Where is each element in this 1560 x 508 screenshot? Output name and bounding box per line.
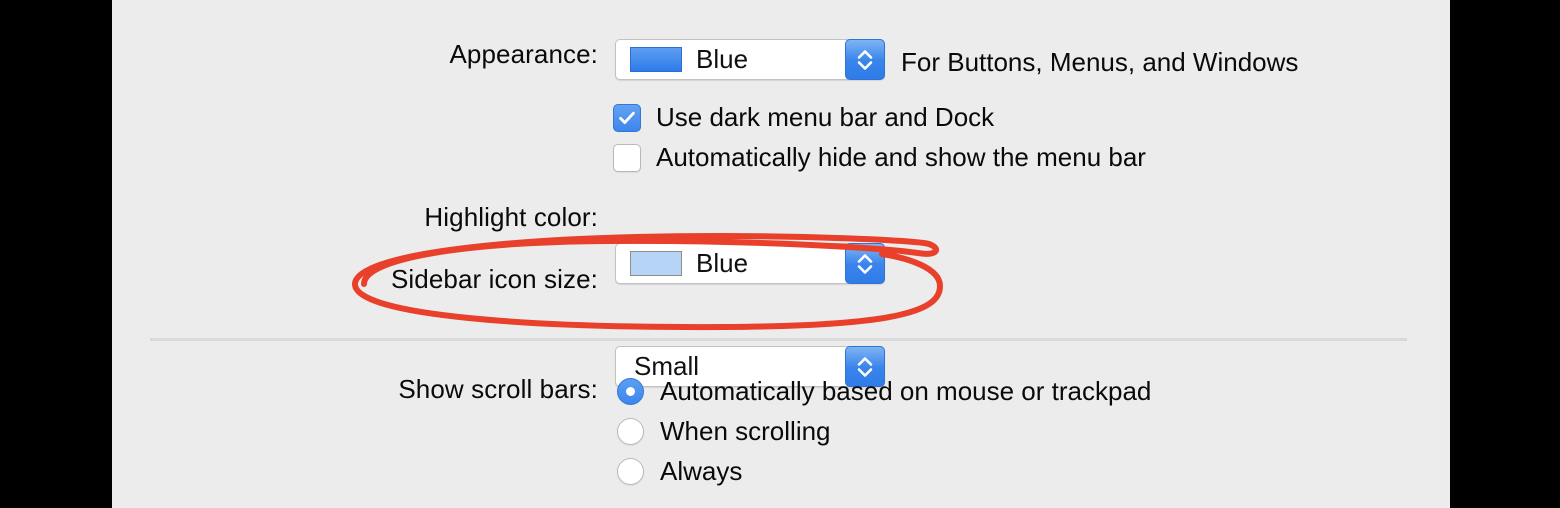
checkmark-icon <box>619 111 635 124</box>
dark-menu-bar-checkbox[interactable] <box>613 103 641 132</box>
up-down-chevron-icon <box>857 49 873 70</box>
up-down-chevron-icon <box>857 253 873 274</box>
radio-when-scrolling-label: When scrolling <box>660 416 831 446</box>
radio-automatic-label: Automatically based on mouse or trackpad <box>660 376 1152 406</box>
appearance-stepper[interactable] <box>845 39 885 80</box>
letterbox-left <box>0 0 112 508</box>
appearance-label: Appearance: <box>449 39 598 69</box>
scroll-bars-option-always[interactable]: Always <box>617 456 742 487</box>
appearance-helper-text: For Buttons, Menus, and Windows <box>901 47 1299 77</box>
highlight-color-swatch <box>630 251 682 276</box>
auto-hide-menu-bar-label: Automatically hide and show the menu bar <box>656 142 1146 172</box>
auto-hide-menu-bar-checkbox[interactable] <box>613 143 641 172</box>
show-scroll-bars-label-wrap: Show scroll bars: <box>112 374 598 405</box>
highlight-color-label: Highlight color: <box>424 202 598 232</box>
sidebar-icon-size-label-wrap: Sidebar icon size: <box>112 264 598 295</box>
letterbox-right <box>1450 0 1560 508</box>
appearance-label-wrap: Appearance: <box>112 39 598 70</box>
sidebar-icon-size-label: Sidebar icon size: <box>390 264 598 294</box>
dark-menu-bar-checkbox-row[interactable]: Use dark menu bar and Dock <box>613 102 994 133</box>
highlight-color-stepper[interactable] <box>845 243 885 284</box>
highlight-color-popup-value: Blue <box>696 248 749 278</box>
radio-automatic[interactable] <box>617 378 644 405</box>
dark-menu-bar-label: Use dark menu bar and Dock <box>656 102 995 132</box>
radio-always-label: Always <box>660 456 743 486</box>
appearance-popup-button[interactable]: Blue <box>615 39 885 80</box>
appearance-color-swatch <box>630 47 682 72</box>
radio-when-scrolling[interactable] <box>617 418 644 445</box>
highlight-color-popup-button[interactable]: Blue <box>615 243 885 284</box>
screenshot-root: Appearance: Blue For Buttons, Menus, and… <box>0 0 1560 508</box>
auto-hide-menu-bar-checkbox-row[interactable]: Automatically hide and show the menu bar <box>613 142 1146 173</box>
scroll-bars-option-when-scrolling[interactable]: When scrolling <box>617 416 831 447</box>
appearance-popup-value: Blue <box>696 44 749 74</box>
highlight-color-label-wrap: Highlight color: <box>112 202 598 233</box>
show-scroll-bars-label: Show scroll bars: <box>398 374 598 404</box>
scroll-bars-option-automatic[interactable]: Automatically based on mouse or trackpad <box>617 376 1151 407</box>
general-preferences-pane: Appearance: Blue For Buttons, Menus, and… <box>112 0 1450 508</box>
section-divider <box>150 338 1407 341</box>
radio-always[interactable] <box>617 458 644 485</box>
